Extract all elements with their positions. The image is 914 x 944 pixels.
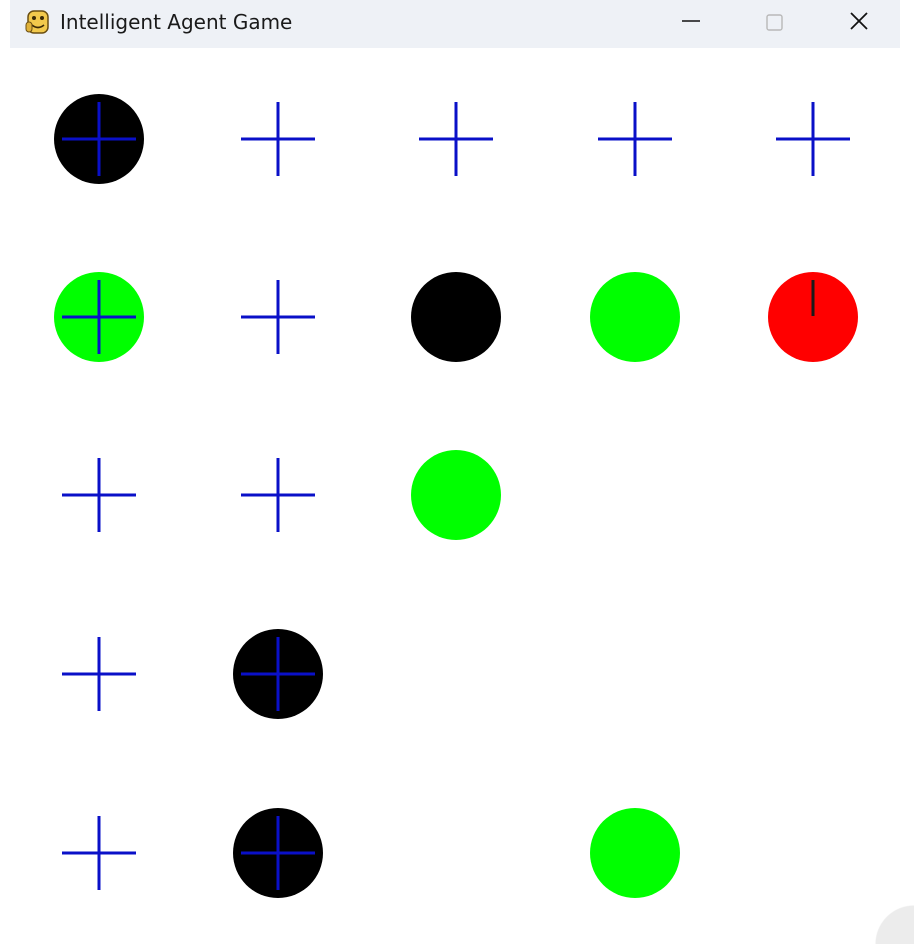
game-window: Intelligent Agent Game: [10, 0, 900, 944]
grid-cell-r2-c1: [54, 272, 144, 362]
grid-cell-r3-c2: [241, 458, 315, 532]
grid-cell-r1-c2: [241, 102, 315, 176]
grid-cell-r2-c5: [768, 272, 858, 362]
cross-marker: [419, 102, 493, 176]
cross-marker: [776, 102, 850, 176]
grid-cell-r4-c2: [233, 629, 323, 719]
gold-piece: [590, 272, 680, 362]
pit-piece: [411, 272, 501, 362]
grid-cell-r2-c2: [241, 280, 315, 354]
cross-marker: [62, 458, 136, 532]
cross-marker: [241, 458, 315, 532]
cross-marker: [241, 102, 315, 176]
grid-cell-r1-c5: [776, 102, 850, 176]
minimize-button[interactable]: [660, 0, 720, 44]
close-button[interactable]: [828, 0, 888, 44]
grid-cell-r5-c4: [590, 808, 680, 898]
window-corner: [874, 904, 914, 944]
grid-cell-r1-c1: [54, 94, 144, 184]
grid-cell-r5-c2: [233, 808, 323, 898]
grid-cell-r3-c1: [62, 458, 136, 532]
grid-cell-r4-c1: [62, 637, 136, 711]
cross-marker: [598, 102, 672, 176]
grid-cell-r3-c3: [411, 450, 501, 540]
python-snake-icon: [24, 8, 52, 36]
game-board: [54, 94, 858, 898]
grid-cell-r1-c4: [598, 102, 672, 176]
grid-cell-r5-c1: [62, 816, 136, 890]
window-title: Intelligent Agent Game: [60, 10, 293, 34]
gold-piece: [411, 450, 501, 540]
gold-piece: [590, 808, 680, 898]
maximize-button[interactable]: [744, 0, 804, 44]
grid-cell-r1-c3: [419, 102, 493, 176]
cross-marker: [62, 816, 136, 890]
grid-cell-r2-c3: [411, 272, 501, 362]
title-bar[interactable]: Intelligent Agent Game: [10, 0, 900, 48]
minimize-icon: [682, 20, 700, 22]
maximize-icon: [766, 14, 783, 31]
grid-cell-r2-c4: [590, 272, 680, 362]
cross-marker: [241, 280, 315, 354]
close-icon: [850, 12, 868, 30]
cross-marker: [62, 637, 136, 711]
